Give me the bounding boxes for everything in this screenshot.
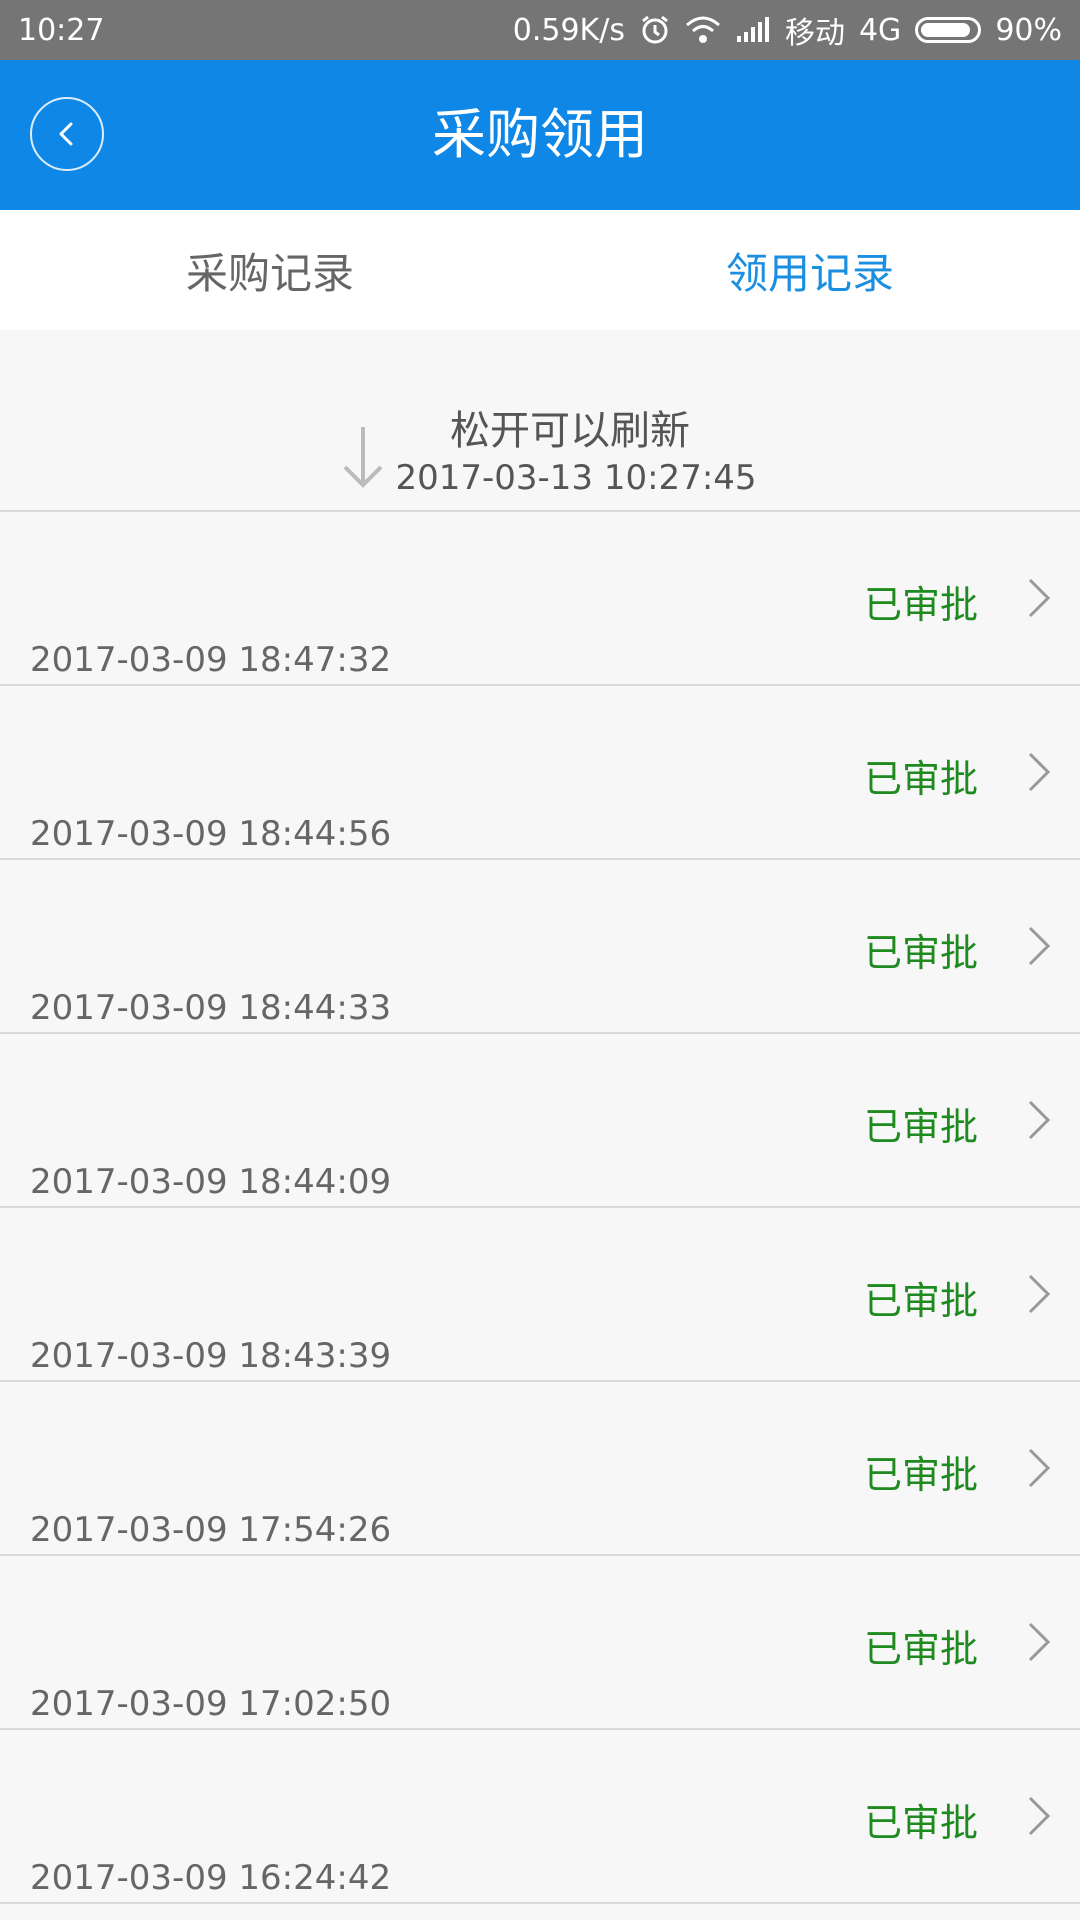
record-time: 2017-03-09 17:54:26 bbox=[30, 1510, 392, 1550]
list-item[interactable]: 已审批 2017-03-09 18:44:09 bbox=[0, 1034, 1080, 1208]
record-time: 2017-03-09 17:02:50 bbox=[30, 1684, 392, 1724]
record-time: 2017-03-09 18:44:09 bbox=[30, 1162, 392, 1202]
status-badge: 已审批 bbox=[863, 931, 978, 975]
page-title: 采购领用 bbox=[432, 103, 648, 166]
status-badge: 已审批 bbox=[863, 1453, 978, 1497]
battery-icon bbox=[915, 17, 982, 43]
network-speed: 0.59K/s bbox=[512, 12, 625, 48]
tab-bar: 采购记录 领用记录 bbox=[0, 210, 1080, 330]
chevron-right-icon bbox=[1028, 752, 1051, 792]
chevron-right-icon bbox=[1028, 1448, 1051, 1488]
refresh-timestamp: 2017-03-13 10:27:45 bbox=[395, 458, 757, 498]
record-time: 2017-03-09 18:47:32 bbox=[30, 640, 392, 680]
chevron-right-icon bbox=[1028, 1100, 1051, 1140]
pull-to-refresh-header: 松开可以刷新 2017-03-13 10:27:45 bbox=[0, 330, 1080, 512]
list-item[interactable]: 已审批 2017-03-09 17:02:50 bbox=[0, 1556, 1080, 1730]
status-badge: 已审批 bbox=[863, 1627, 978, 1671]
battery-percent: 90% bbox=[995, 12, 1062, 48]
list-item[interactable]: 已审批 2017-03-09 18:43:39 bbox=[0, 1208, 1080, 1382]
status-badge: 已审批 bbox=[863, 1279, 978, 1323]
list-item[interactable]: 已审批 2017-03-09 18:44:33 bbox=[0, 860, 1080, 1034]
status-badge: 已审批 bbox=[863, 583, 978, 627]
signal-icon bbox=[735, 16, 771, 44]
record-time: 2017-03-09 18:43:39 bbox=[30, 1336, 392, 1376]
list-item[interactable]: 已审批 2017-03-09 17:54:26 bbox=[0, 1382, 1080, 1556]
status-badge: 已审批 bbox=[863, 1801, 978, 1845]
alarm-icon bbox=[639, 14, 671, 46]
wifi-icon bbox=[685, 15, 721, 45]
status-icons: 0.59K/s 移动 4G 90% bbox=[513, 8, 1062, 52]
status-bar: 10:27 0.59K/s 移动 4G 90% bbox=[0, 0, 1080, 60]
refresh-hint: 松开可以刷新 bbox=[450, 408, 690, 454]
tab-usage-records[interactable]: 领用记录 bbox=[540, 210, 1080, 330]
status-badge: 已审批 bbox=[863, 757, 978, 801]
chevron-right-icon bbox=[1028, 1622, 1051, 1662]
chevron-right-icon bbox=[1028, 1796, 1051, 1836]
record-time: 2017-03-09 18:44:56 bbox=[30, 814, 392, 854]
battery-fill bbox=[921, 23, 970, 37]
tab-purchase-records[interactable]: 采购记录 bbox=[0, 210, 540, 330]
list-item[interactable]: 已审批 2017-03-09 18:47:32 bbox=[0, 512, 1080, 686]
carrier-label: 移动 bbox=[784, 16, 845, 51]
network-type: 4G bbox=[858, 12, 902, 48]
chevron-right-icon bbox=[1028, 578, 1051, 618]
record-time: 2017-03-09 18:44:33 bbox=[30, 988, 392, 1028]
list-item[interactable]: 已审批 2017-03-09 18:44:56 bbox=[0, 686, 1080, 860]
records-list: 已审批 2017-03-09 18:47:32 已审批 2017-03-09 1… bbox=[0, 512, 1080, 1904]
list-item[interactable]: 已审批 2017-03-09 16:24:42 bbox=[0, 1730, 1080, 1904]
chevron-right-icon bbox=[1028, 1274, 1051, 1314]
record-time: 2017-03-09 16:24:42 bbox=[30, 1858, 392, 1898]
chevron-right-icon bbox=[1028, 926, 1051, 966]
app-bar: 采购领用 bbox=[0, 60, 1080, 210]
clock: 10:27 bbox=[18, 12, 105, 48]
status-badge: 已审批 bbox=[863, 1105, 978, 1149]
